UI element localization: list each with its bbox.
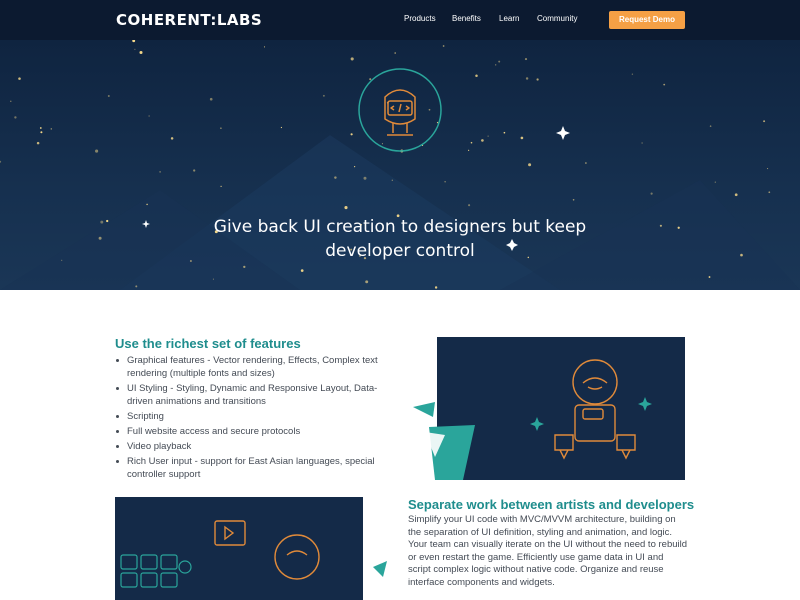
- star: [659, 224, 662, 227]
- astronaut-illustration: [413, 337, 685, 480]
- star: [40, 131, 43, 134]
- star: [663, 83, 666, 86]
- list-item: Scripting: [115, 410, 390, 423]
- star: [100, 220, 104, 224]
- star: [495, 64, 497, 66]
- star: [344, 206, 348, 210]
- list-item: Video playback: [115, 440, 390, 453]
- star: [170, 137, 174, 140]
- star: [159, 171, 161, 173]
- hero-section: Give back UI creation to designers but k…: [0, 40, 800, 290]
- star: [106, 219, 109, 223]
- star: [528, 163, 532, 167]
- star: [220, 127, 222, 130]
- star: [524, 58, 528, 61]
- developer-avatar-icon: [358, 68, 442, 152]
- star: [50, 128, 53, 130]
- star: [734, 193, 738, 197]
- star: [525, 77, 529, 80]
- star: [468, 149, 470, 151]
- star: [193, 169, 196, 172]
- star: [18, 77, 21, 80]
- list-item: Graphical features - Vector rendering, E…: [115, 354, 390, 380]
- star: [481, 139, 484, 142]
- star: [536, 78, 539, 81]
- star: [354, 166, 356, 168]
- star: [212, 278, 214, 280]
- hero-title: Give back UI creation to designers but k…: [213, 217, 587, 261]
- star: [334, 176, 337, 179]
- star: [263, 46, 266, 48]
- star: [36, 141, 40, 145]
- nav-link-community[interactable]: Community: [537, 14, 577, 23]
- star: [498, 60, 501, 63]
- star: [740, 253, 743, 257]
- star: [468, 204, 471, 207]
- star: [280, 126, 282, 129]
- star: [709, 125, 712, 127]
- star: [503, 131, 506, 134]
- star: [132, 40, 136, 43]
- star: [14, 116, 17, 119]
- star: [714, 181, 716, 183]
- star: [763, 120, 766, 123]
- star: [209, 97, 213, 101]
- star: [631, 73, 634, 75]
- star: [708, 276, 711, 278]
- features-list: Graphical features - Vector rendering, E…: [115, 354, 390, 483]
- star: [139, 50, 143, 55]
- star: [350, 57, 354, 61]
- star: [363, 176, 367, 180]
- star: [391, 179, 393, 181]
- star: [650, 192, 653, 195]
- star: [470, 141, 473, 144]
- star: [107, 95, 110, 97]
- star: [444, 181, 446, 183]
- star: [641, 142, 643, 144]
- editor-illustration: [115, 497, 387, 600]
- star: [134, 48, 136, 50]
- star: [442, 45, 445, 47]
- star: [677, 226, 680, 229]
- star: [135, 285, 138, 288]
- star: [95, 149, 99, 153]
- star: [10, 100, 12, 102]
- list-item: Full website access and secure protocols: [115, 425, 390, 438]
- logo[interactable]: COHERENT:LABS: [116, 11, 262, 29]
- nav-link-learn[interactable]: Learn: [499, 14, 519, 23]
- star: [322, 94, 325, 97]
- star: [148, 115, 150, 117]
- separate-work-title: Separate work between artists and develo…: [408, 497, 695, 512]
- star: [146, 203, 148, 206]
- star: [365, 280, 369, 284]
- nav-link-benefits[interactable]: Benefits: [452, 14, 481, 23]
- star: [767, 168, 769, 170]
- list-item: Rich User input - support for East Asian…: [115, 455, 390, 481]
- star: [61, 259, 63, 261]
- star: [572, 199, 575, 201]
- star: [0, 160, 2, 163]
- features-title: Use the richest set of features: [115, 336, 301, 351]
- star: [487, 135, 489, 137]
- star: [585, 162, 587, 164]
- request-demo-button[interactable]: Request Demo: [609, 11, 685, 29]
- star: [434, 286, 438, 289]
- star: [300, 269, 304, 272]
- top-navbar: COHERENT:LABS Products Benefits Learn Co…: [0, 0, 800, 40]
- star: [189, 259, 192, 263]
- star: [220, 185, 222, 188]
- nav-link-products[interactable]: Products: [404, 14, 436, 23]
- star: [350, 133, 353, 136]
- separate-work-body: Simplify your UI code with MVC/MVVM arch…: [408, 514, 688, 588]
- star: [98, 236, 102, 240]
- star: [39, 127, 42, 129]
- star: [520, 136, 524, 140]
- star: [768, 191, 771, 194]
- star: [243, 265, 246, 269]
- list-item: UI Styling - Styling, Dynamic and Respon…: [115, 382, 390, 408]
- star: [475, 74, 478, 78]
- star: [394, 52, 397, 54]
